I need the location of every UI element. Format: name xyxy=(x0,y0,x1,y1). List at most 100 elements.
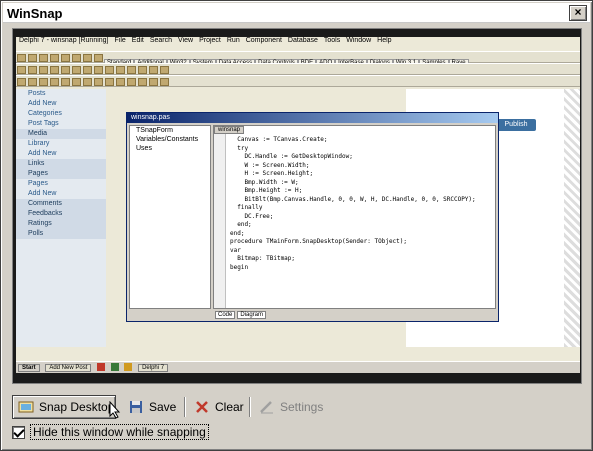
editor-status-bar: Code Diagram xyxy=(213,311,496,319)
code-editor: winsnap Canvas := TCanvas.Create; try DC… xyxy=(213,125,496,309)
toolbar-icon xyxy=(127,66,136,74)
menu-item: File xyxy=(114,37,126,44)
toolbar-icon xyxy=(138,66,147,74)
toolbar-icon xyxy=(149,78,158,86)
toolbar-icon xyxy=(28,66,37,74)
wp-sidebar-item: Categories xyxy=(28,110,62,117)
delphi-editor-title: winsnap.pas xyxy=(127,113,498,123)
toolbar-icon xyxy=(17,54,26,62)
toolbar-icon xyxy=(160,78,169,86)
menu-item: Component xyxy=(245,37,282,44)
toolbar-icon xyxy=(61,78,70,86)
wp-sidebar-item: Posts xyxy=(28,90,46,97)
toolbar-icon xyxy=(94,78,103,86)
hatch-pattern xyxy=(564,89,580,347)
toolbar-icon xyxy=(17,78,26,86)
toolbar-icon xyxy=(105,78,114,86)
menu-item: View xyxy=(178,37,194,44)
menu-item: Tools xyxy=(323,37,341,44)
pencil-icon xyxy=(259,400,275,414)
toolbar-icon xyxy=(50,66,59,74)
code-line: end; xyxy=(230,221,252,228)
toolbar-icon xyxy=(72,66,81,74)
code-line: end; xyxy=(230,229,245,237)
wp-sidebar-item: Polls xyxy=(16,229,106,239)
captured-desktop-image: Delphi 7 - winsnap [Running] File Edit Sear… xyxy=(16,37,580,373)
code-line: var xyxy=(230,246,241,254)
toolbar-icon xyxy=(50,78,59,86)
settings-button[interactable]: Settings xyxy=(255,395,325,419)
wp-sidebar-item: Pages xyxy=(28,180,48,187)
toolbar-icon xyxy=(149,66,158,74)
code-line: procedure TMainForm.SnapDesktop(Sender: … xyxy=(230,238,408,245)
quicklaunch-icon xyxy=(97,363,106,371)
quicklaunch-icon xyxy=(110,363,119,371)
toolbar-icon xyxy=(28,54,37,62)
toolbar-separator xyxy=(184,397,186,417)
menu-item: Edit xyxy=(131,37,144,44)
clear-button[interactable]: Clear xyxy=(190,395,246,419)
menu-item: Window xyxy=(346,37,372,44)
toolbar-separator xyxy=(249,397,251,417)
captured-taskbar: Start Add New Post Delphi 7 xyxy=(16,361,580,373)
code-line: try xyxy=(230,144,249,152)
toolbar-icon xyxy=(61,66,70,74)
code-line: Canvas := TCanvas.Create; xyxy=(230,136,328,143)
hide-window-checkbox[interactable] xyxy=(12,425,25,439)
delphi-menubar: Delphi 7 - winsnap [Running] File Edit Sear… xyxy=(16,37,580,51)
tree-item: TSnapForm xyxy=(136,127,173,134)
screenshot-preview: Delphi 7 - winsnap [Running] File Edit Sear… xyxy=(12,28,582,384)
delphi-toolbar-1: StandardAdditionalWin32SystemData Access… xyxy=(16,51,580,67)
desktop-camera-icon xyxy=(18,400,34,414)
code-line: W := Screen.Width; xyxy=(230,161,310,169)
code-line: Bitmap: TBitmap; xyxy=(230,255,296,262)
toolbar-icon xyxy=(17,66,26,74)
toolbar-icon xyxy=(116,78,125,86)
code-gutter xyxy=(214,134,226,308)
title-bar: WinSnap × xyxy=(3,3,590,23)
wp-sidebar-item: Links xyxy=(16,159,106,169)
code-line: H := Screen.Height; xyxy=(230,170,314,177)
toolbar-icon xyxy=(61,54,70,62)
toolbar-icon xyxy=(138,78,147,86)
tree-item: Uses xyxy=(136,145,152,152)
wp-admin-sidebar: Posts Add New Categories Post Tags Media Libr… xyxy=(16,89,106,347)
settings-label: Settings xyxy=(280,400,324,414)
snap-desktop-button[interactable]: Snap Desktop xyxy=(12,395,116,419)
code-line: Bmp.Height := H; xyxy=(230,187,303,194)
snap-desktop-label: Snap Desktop xyxy=(39,400,115,414)
save-button[interactable]: Save xyxy=(124,395,180,419)
start-button: Start xyxy=(18,363,40,372)
menu-item: Run xyxy=(226,37,240,44)
toolbar-icon xyxy=(28,78,37,86)
code-line: BitBlt(Bmp.Canvas.Handle, 0, 0, W, H, DC… xyxy=(230,195,476,203)
wp-sidebar-item: Media xyxy=(16,129,106,139)
code-text: Canvas := TCanvas.Create; try DC.Handle … xyxy=(230,136,476,272)
menu-item: Project xyxy=(199,37,221,44)
delphi-toolbar-2 xyxy=(16,63,580,75)
toolbar-icon xyxy=(160,66,169,74)
window-title: WinSnap xyxy=(7,6,63,21)
toolbar-icon xyxy=(39,78,48,86)
menu-item: Database xyxy=(287,37,318,44)
toolbar-icon xyxy=(105,66,114,74)
toolbar-icon xyxy=(127,78,136,86)
toolbar-icon xyxy=(116,66,125,74)
wp-sidebar-item: Add New xyxy=(28,190,57,197)
toolbar-icon xyxy=(72,78,81,86)
hide-window-option[interactable]: Hide this window while snapping xyxy=(12,424,209,440)
editor-status-tab: Diagram xyxy=(237,311,267,319)
winsnap-window: WinSnap × Delphi 7 - winsnap [Running] Fi… xyxy=(0,0,593,451)
toolbar-icon xyxy=(83,66,92,74)
toolbar-icon xyxy=(50,54,59,62)
hide-window-label: Hide this window while snapping xyxy=(30,424,209,440)
menu-item: Delphi 7 - winsnap [Running] xyxy=(19,37,109,44)
toolbar-icon xyxy=(83,78,92,86)
close-button[interactable]: × xyxy=(569,5,587,21)
code-line: DC.Handle := GetDesktopWindow; xyxy=(230,153,353,160)
clear-x-icon xyxy=(194,400,210,414)
save-label: Save xyxy=(149,400,177,414)
code-line: begin xyxy=(230,263,249,271)
wp-sidebar-item: Post Tags xyxy=(28,120,59,127)
delphi-editor-window: winsnap.pas TSnapForm Variables/Constants… xyxy=(126,112,499,322)
